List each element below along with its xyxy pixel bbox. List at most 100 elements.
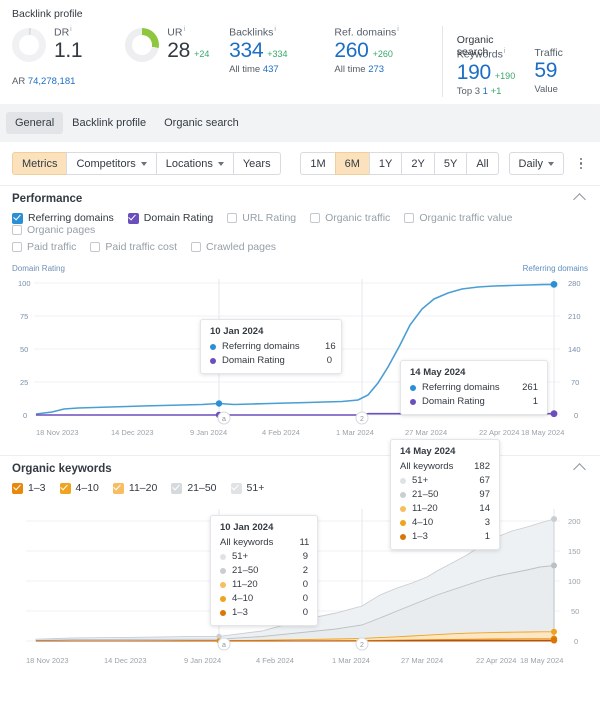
checkbox-label: 4–10 [75, 482, 99, 494]
organic-keywords-chart-canvas[interactable]: 200 150 100 50 0 a 2 18 Nov 2023 14 Dec … [12, 439, 588, 673]
annotation-2: 2 [355, 411, 369, 425]
svg-text:22 Apr 2024: 22 Apr 2024 [479, 428, 519, 437]
checkbox-box [127, 212, 139, 224]
checkbox-organic-traffic[interactable]: Organic traffic [310, 212, 390, 224]
tooltip-row: 21–50 97 [400, 489, 490, 500]
metrics-button[interactable]: Metrics [12, 152, 67, 175]
checkbox-kw-11-20[interactable]: 11–20 [112, 482, 157, 494]
metric-keywords-sub: Top 3 1 +1 [456, 85, 502, 97]
svg-text:a: a [222, 416, 226, 423]
tooltip-row: 1–3 0 [220, 607, 308, 618]
checkbox-paid-traffic-cost[interactable]: Paid traffic cost [90, 241, 177, 253]
more-options-icon[interactable] [574, 157, 588, 170]
svg-text:0: 0 [574, 411, 578, 420]
checkbox-organic-pages[interactable]: Organic pages [12, 224, 95, 236]
point-referring-domains-may14 [550, 281, 558, 288]
checkbox-label: 21–50 [187, 482, 217, 494]
svg-text:25: 25 [20, 378, 28, 387]
tooltip-row-value: 16 [325, 341, 336, 352]
tooltip-row-label: 11–20 [412, 503, 438, 514]
checkbox-organic-traffic-value[interactable]: Organic traffic value [404, 212, 513, 224]
metric-keywords-value: 190 [456, 60, 491, 84]
svg-text:14 Dec 2023: 14 Dec 2023 [104, 656, 147, 665]
tooltip-row-label: 1–3 [232, 607, 248, 618]
metric-traffic: Traffic 59 Value [534, 26, 582, 95]
tab-general[interactable]: General [6, 112, 64, 134]
tooltip-row: 11–20 14 [400, 503, 490, 514]
info-icon[interactable]: i [183, 26, 185, 33]
metric-dr: DRi 1.1 [12, 26, 107, 62]
checkbox-box [12, 482, 23, 494]
granularity-select[interactable]: Daily [508, 152, 564, 175]
checkbox-kw-1-3[interactable]: 1–3 [12, 482, 46, 494]
info-icon[interactable]: i [274, 26, 276, 33]
series-dot-referring-domains [210, 343, 216, 350]
filter-button-group: Metrics Competitors Locations Years [12, 152, 281, 175]
chart-toolbar: Metrics Competitors Locations Years 1M 6… [0, 142, 600, 186]
metric-ur-value: 28 [167, 38, 191, 62]
metric-dr-value: 1.1 [54, 38, 83, 62]
checkbox-crawled-pages[interactable]: Crawled pages [191, 241, 276, 253]
metric-ref-domains-label: Ref. domainsi [334, 26, 399, 39]
range-2y[interactable]: 2Y [401, 152, 434, 175]
checkbox-domain-rating[interactable]: Domain Rating [127, 212, 214, 224]
svg-text:9 Jan 2024: 9 Jan 2024 [190, 428, 227, 437]
checkbox-box [12, 225, 22, 235]
checkbox-box [404, 213, 415, 223]
series-dot-11-20 [220, 581, 226, 588]
tooltip-total-value: 11 [299, 537, 310, 548]
series-dot-51plus [220, 553, 226, 560]
performance-title: Performance [12, 193, 83, 205]
checkbox-kw-51plus[interactable]: 51+ [230, 482, 264, 494]
locations-button[interactable]: Locations [155, 152, 233, 175]
metric-traffic-value: 59 [534, 59, 558, 83]
tooltip-row-value: 9 [302, 551, 308, 562]
checkbox-paid-traffic[interactable]: Paid traffic [12, 241, 76, 253]
checkbox-url-rating[interactable]: URL Rating [227, 212, 296, 224]
tooltip-row: 1–3 1 [400, 531, 490, 542]
svg-text:1 Mar 2024: 1 Mar 2024 [336, 428, 374, 437]
checkbox-label: Domain Rating [143, 212, 214, 224]
tab-organic-search[interactable]: Organic search [155, 112, 248, 134]
metric-traffic-sub: Value [534, 84, 558, 96]
range-1m[interactable]: 1M [300, 152, 335, 175]
checkbox-kw-21-50[interactable]: 21–50 [171, 482, 217, 494]
checkbox-label: Referring domains [28, 212, 114, 224]
range-6m[interactable]: 6M [334, 152, 369, 175]
tooltip-row-label: Referring domains [422, 382, 500, 393]
info-icon[interactable]: i [70, 26, 72, 33]
performance-chart-canvas[interactable]: 100 75 50 25 0 280 210 140 70 0 a 2 18 N… [12, 275, 588, 440]
metric-keywords: Organic search Keywordsi 190 +190 Top 3 … [441, 26, 517, 97]
ur-donut-icon [125, 28, 160, 62]
checkbox-box [171, 482, 183, 494]
competitors-button[interactable]: Competitors [66, 152, 156, 175]
range-all[interactable]: All [466, 152, 499, 175]
organic-keywords-title: Organic keywords [12, 463, 112, 475]
checkbox-label: URL Rating [242, 212, 297, 224]
range-5y[interactable]: 5Y [433, 152, 467, 175]
tooltip-row: Domain Rating 1 [410, 396, 538, 407]
metric-ref-domains: Ref. domainsi 260 +260 All time 273 [334, 26, 421, 75]
checkbox-referring-domains[interactable]: Referring domains [12, 212, 114, 224]
collapse-organic-keywords-icon[interactable] [573, 462, 586, 476]
x-axis-ticks: 18 Nov 2023 14 Dec 2023 9 Jan 2024 4 Feb… [36, 428, 564, 437]
right-axis-ticks: 280 210 140 70 0 [568, 279, 581, 420]
years-button[interactable]: Years [232, 152, 281, 175]
annotation-a: a [217, 411, 231, 425]
tooltip-row-label: Referring domains [222, 341, 300, 352]
tooltip-date: 10 Jan 2024 [210, 326, 264, 337]
svg-text:100: 100 [568, 577, 581, 586]
svg-text:50: 50 [571, 607, 579, 616]
performance-section-header: Performance [0, 186, 600, 209]
tab-backlink-profile[interactable]: Backlink profile [63, 112, 155, 134]
info-icon[interactable]: i [397, 26, 399, 33]
svg-text:2: 2 [360, 416, 364, 423]
metric-backlinks-label: Backlinksi [229, 26, 276, 39]
svg-text:18 Nov 2023: 18 Nov 2023 [26, 656, 69, 665]
svg-text:140: 140 [568, 345, 581, 354]
collapse-performance-icon[interactable] [573, 192, 586, 206]
range-1y[interactable]: 1Y [368, 152, 402, 175]
organic-keywords-checkboxes: 1–3 4–10 11–20 21–50 51+ [0, 479, 600, 505]
svg-text:22 Apr 2024: 22 Apr 2024 [476, 656, 516, 665]
checkbox-kw-4-10[interactable]: 4–10 [59, 482, 99, 494]
